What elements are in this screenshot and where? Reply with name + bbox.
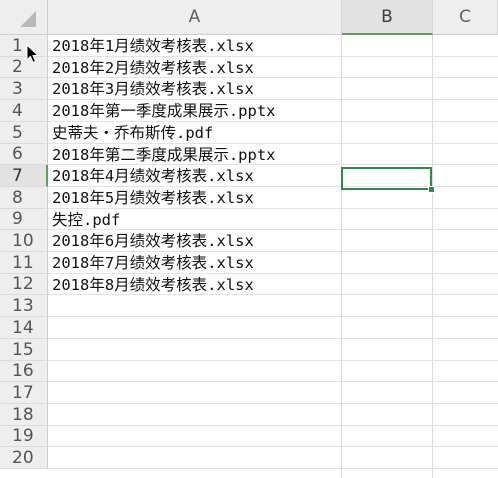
cell-a3[interactable]: 2018年3月绩效考核表.xlsx — [52, 78, 254, 100]
row-header-13[interactable]: 13 — [0, 295, 48, 317]
cell-a9[interactable]: 失控.pdf — [52, 209, 120, 231]
row-gridline — [48, 403, 498, 404]
column-divider-a-b — [341, 35, 342, 478]
column-header-c[interactable]: C — [433, 0, 498, 35]
row-header-8[interactable]: 8 — [0, 187, 48, 209]
select-all-triangle-icon — [20, 11, 36, 27]
row-header-18[interactable]: 18 — [0, 404, 48, 426]
cell-a1[interactable]: 2018年1月绩效考核表.xlsx — [52, 35, 254, 57]
row-header-17[interactable]: 17 — [0, 382, 48, 404]
row-header-2[interactable]: 2 — [0, 57, 48, 78]
row-gridline — [48, 468, 498, 469]
cell-a10[interactable]: 2018年6月绩效考核表.xlsx — [52, 230, 254, 252]
column-divider-b-c — [432, 35, 433, 478]
row-header-14[interactable]: 14 — [0, 317, 48, 339]
row-header-10[interactable]: 10 — [0, 230, 48, 252]
row-header-16[interactable]: 16 — [0, 361, 48, 382]
row-header-5[interactable]: 5 — [0, 122, 48, 144]
mouse-pointer-icon — [26, 44, 40, 64]
row-header-6[interactable]: 6 — [0, 144, 48, 165]
cell-a11[interactable]: 2018年7月绩效考核表.xlsx — [52, 252, 254, 274]
cell-a4[interactable]: 2018年第一季度成果展示.pptx — [52, 100, 276, 122]
select-all-corner[interactable] — [0, 0, 48, 35]
row-gridline — [48, 381, 498, 382]
row-gridline — [48, 316, 498, 317]
row-header-4[interactable]: 4 — [0, 100, 48, 122]
column-header-b[interactable]: B — [342, 0, 433, 35]
selected-cell-b7[interactable] — [341, 167, 432, 190]
cell-a5[interactable]: 史蒂夫・乔布斯传.pdf — [52, 122, 213, 144]
row-header-3[interactable]: 3 — [0, 78, 48, 100]
cell-a2[interactable]: 2018年2月绩效考核表.xlsx — [52, 57, 254, 79]
row-gridline — [48, 446, 498, 447]
row-header-1[interactable]: 1 — [0, 35, 48, 57]
row-header-20[interactable]: 20 — [0, 447, 48, 469]
row-header-9[interactable]: 9 — [0, 209, 48, 230]
cell-a7[interactable]: 2018年4月绩效考核表.xlsx — [52, 165, 254, 187]
row-gridline — [48, 360, 498, 361]
row-header-12[interactable]: 12 — [0, 274, 48, 295]
fill-handle[interactable] — [428, 186, 435, 193]
row-gridline — [48, 425, 498, 426]
column-header-a[interactable]: A — [48, 0, 342, 35]
cell-a8[interactable]: 2018年5月绩效考核表.xlsx — [52, 187, 254, 209]
row-header-7[interactable]: 7 — [0, 165, 48, 187]
cell-a6[interactable]: 2018年第二季度成果展示.pptx — [52, 144, 276, 166]
row-gridline — [48, 338, 498, 339]
spreadsheet-grid[interactable]: A B C 1 2018年1月绩效考核表.xlsx 2 2018年2月绩效考核表.xl… — [0, 0, 498, 478]
row-header-15[interactable]: 15 — [0, 339, 48, 361]
row-header-19[interactable]: 19 — [0, 426, 48, 447]
row-header-11[interactable]: 11 — [0, 252, 48, 274]
cell-a12[interactable]: 2018年8月绩效考核表.xlsx — [52, 274, 254, 296]
